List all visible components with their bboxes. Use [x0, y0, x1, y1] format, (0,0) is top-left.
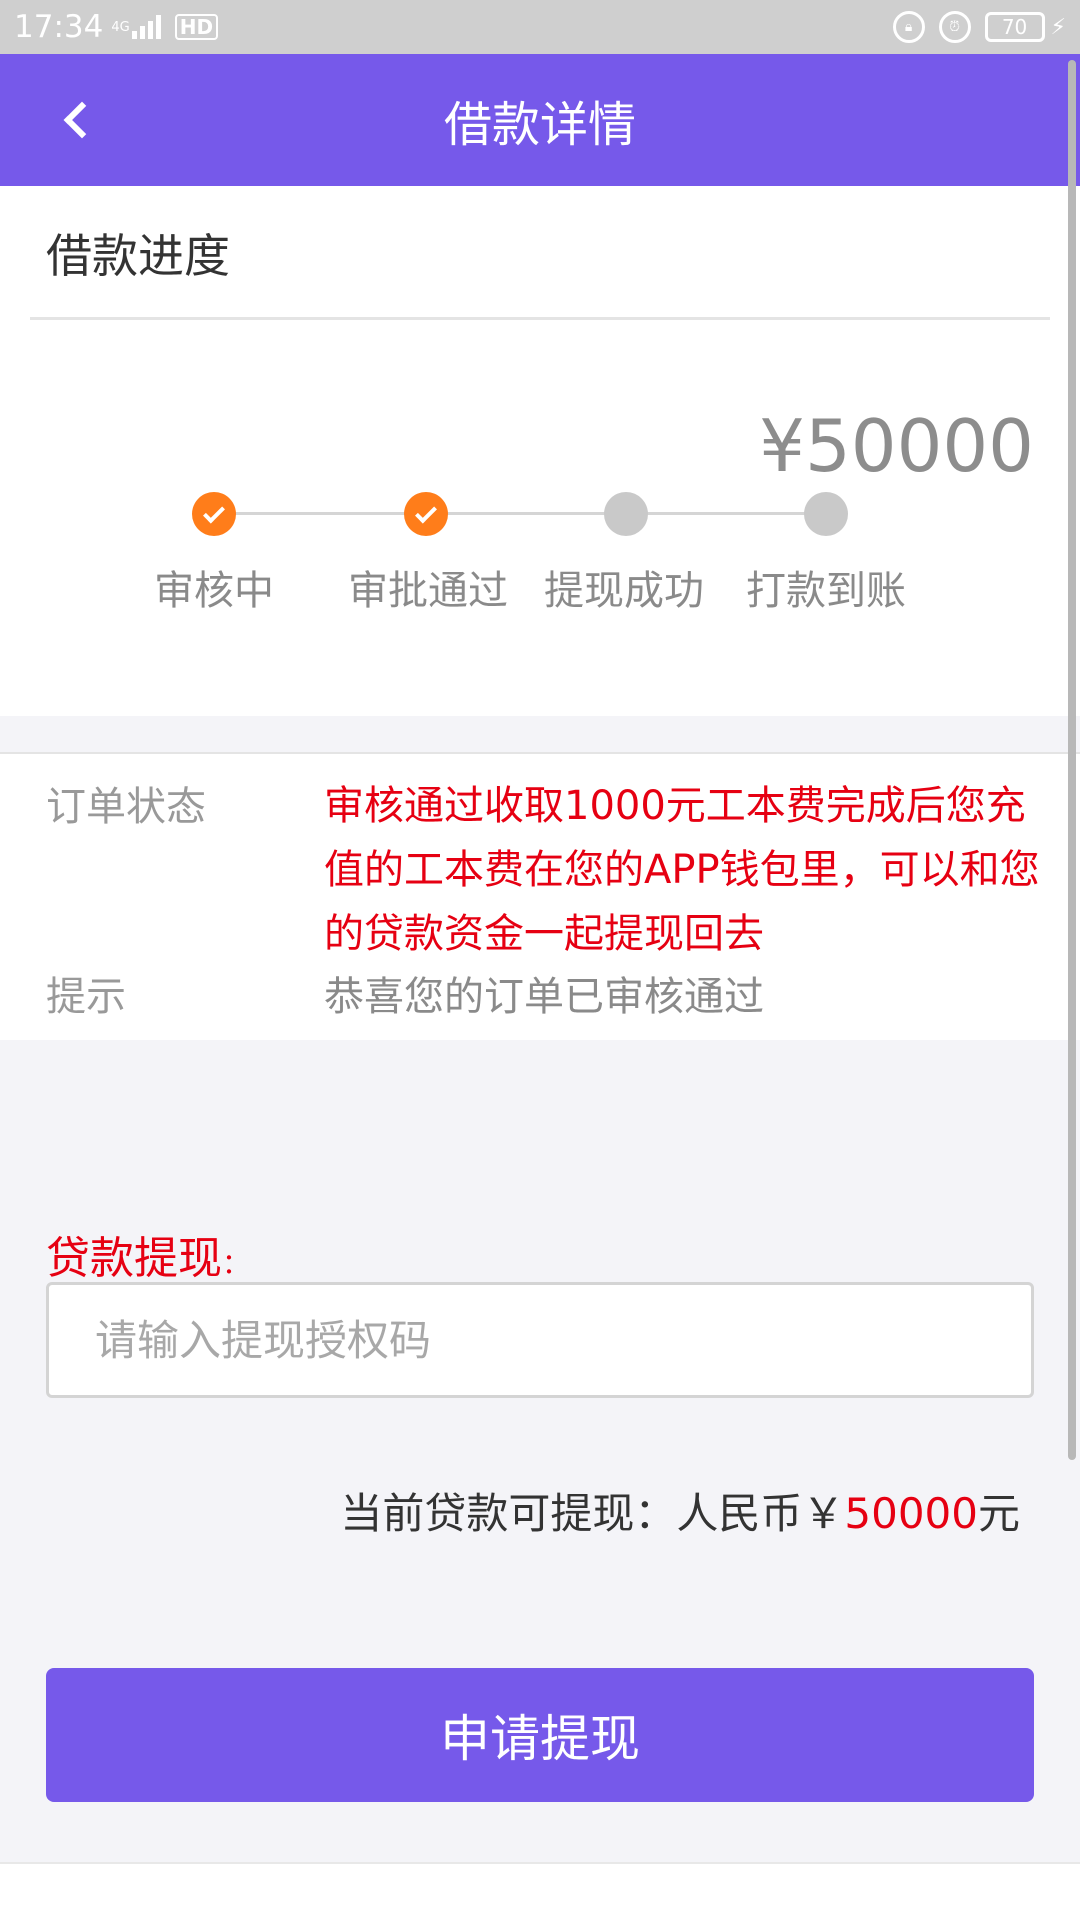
hd-icon: HD	[174, 14, 219, 40]
tip-label: 提示	[46, 974, 126, 1020]
footer-area	[0, 1862, 1080, 1920]
step-dot	[804, 492, 848, 536]
divider	[30, 317, 1050, 320]
step-connector	[626, 512, 826, 515]
network-type: 4G	[111, 21, 129, 34]
step-label-withdrawn: 提现成功	[544, 568, 704, 614]
withdraw-label: 贷款提现：	[46, 1222, 250, 1286]
charging-icon: ⚡︎	[1050, 14, 1066, 40]
section-title: 借款进度	[46, 229, 230, 283]
status-bar: 17:34 4G HD 🔒︎ ⏰︎ 70 ⚡︎	[0, 0, 1080, 54]
step-connector	[214, 512, 426, 515]
scrollbar[interactable]	[1068, 60, 1076, 1460]
step-dot	[404, 492, 448, 536]
withdraw-label-colon: ：	[222, 1247, 251, 1280]
order-status-text: 审核通过收取1000元工本费完成后您充值的工本费在您的APP钱包里，可以和您的贷…	[324, 783, 1040, 957]
balance-suffix: 元	[977, 1489, 1020, 1538]
tip-text: 恭喜您的订单已审核通过	[324, 974, 764, 1020]
loan-amount: ¥50000	[759, 404, 1034, 488]
step-label-approved: 审批通过	[348, 568, 508, 614]
signal-icon	[131, 15, 161, 39]
battery-icon: 70	[984, 12, 1045, 42]
withdraw-label-text: 贷款提现	[46, 1233, 222, 1284]
auth-code-input[interactable]	[46, 1282, 1034, 1398]
nav-header: 借款详情	[0, 54, 1080, 186]
battery-level: 70	[1001, 15, 1028, 39]
step-dot	[604, 492, 648, 536]
step-dot	[192, 492, 236, 536]
order-info: 订单状态 审核通过收取1000元工本费完成后您充值的工本费在您的APP钱包里，可…	[0, 752, 1080, 1040]
lock-icon: 🔒︎	[892, 11, 925, 43]
balance-prefix: 当前贷款可提现：人民币￥	[340, 1489, 845, 1538]
status-icons: 🔒︎ ⏰︎ 70 ⚡︎	[892, 11, 1066, 43]
check-icon	[203, 501, 225, 523]
available-balance: 当前贷款可提现：人民币￥50000元	[340, 1480, 1020, 1541]
step-connector	[426, 512, 626, 515]
page-title: 借款详情	[443, 97, 636, 153]
loan-progress-card: 借款进度 ¥50000 审核中 审批通过 提现成功 打款到账	[0, 186, 1080, 716]
chevron-left-icon	[63, 101, 101, 139]
back-button[interactable]	[44, 88, 108, 152]
alarm-icon: ⏰︎	[938, 11, 971, 43]
step-label-paid: 打款到账	[746, 568, 906, 614]
status-time: 17:34	[14, 9, 104, 45]
network-label: 4G	[111, 19, 130, 35]
order-status-label: 订单状态	[46, 784, 206, 830]
step-label-reviewing: 审核中	[154, 568, 274, 614]
balance-amount: 50000	[844, 1489, 978, 1538]
check-icon	[415, 501, 437, 523]
apply-withdraw-button[interactable]: 申请提现	[46, 1668, 1034, 1802]
